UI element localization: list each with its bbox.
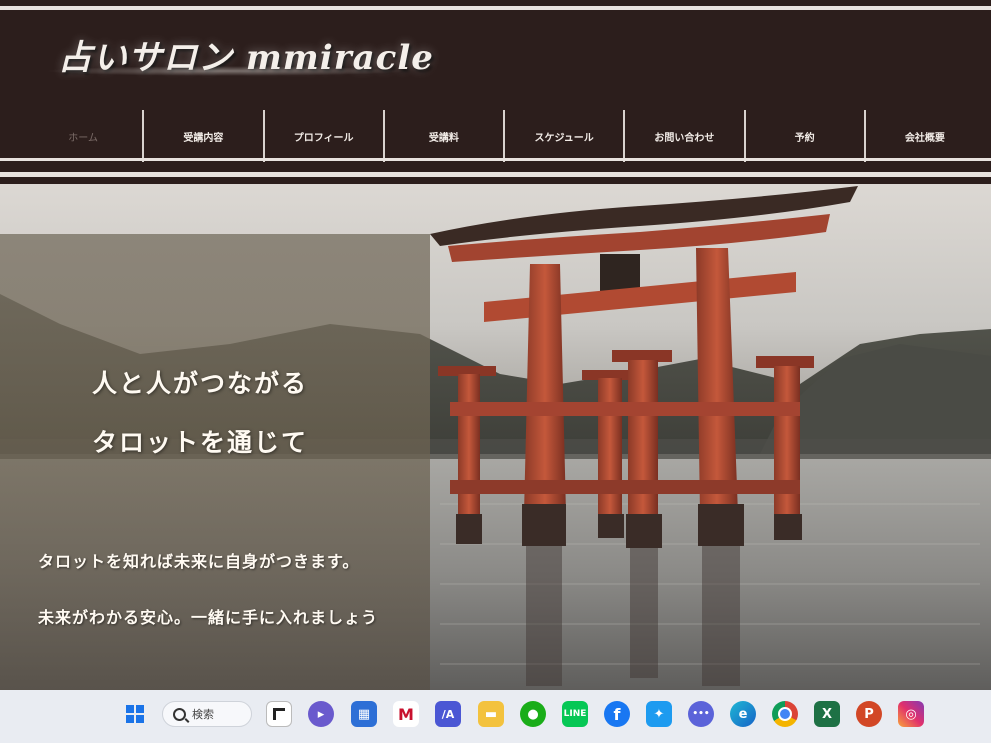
chat-icon[interactable]: ▸ xyxy=(308,701,334,727)
app-icon[interactable]: /A xyxy=(435,701,461,727)
task-view-icon[interactable] xyxy=(266,701,292,727)
nav-item-company[interactable]: 会社概要 xyxy=(863,110,984,162)
nav-item-home[interactable]: ホーム xyxy=(24,110,142,162)
file-explorer-icon[interactable]: ▬ xyxy=(478,701,504,727)
header-bottom-rule xyxy=(0,158,991,161)
taskbar-search-label: 検索 xyxy=(192,708,214,721)
excel-icon[interactable]: X xyxy=(814,701,840,727)
hero-subline-1: タロットを知れば未来に自身がつきます。 xyxy=(38,552,360,571)
nav-item-profile[interactable]: プロフィール xyxy=(262,110,383,162)
nav-item-course[interactable]: 受講内容 xyxy=(142,110,262,162)
hero-subline-2: 未来がわかる安心。一緒に手に入れましょう xyxy=(38,608,379,627)
site-header: 占いサロン mmiracle ホーム 受講内容 プロフィール 受講料 スケジュー… xyxy=(0,0,991,190)
twitter-icon[interactable]: ✦ xyxy=(646,701,672,727)
dots-app-icon[interactable]: ••• xyxy=(688,701,714,727)
nav-item-schedule[interactable]: スケジュール xyxy=(503,110,623,162)
edge-icon[interactable]: e xyxy=(730,701,756,727)
nav-item-fee[interactable]: 受講料 xyxy=(382,110,503,162)
hero-headline-2: タロットを通じて xyxy=(92,428,309,457)
facebook-icon[interactable]: f xyxy=(604,701,630,727)
mcafee-icon[interactable]: M xyxy=(393,701,419,727)
taskbar-search-input[interactable]: 検索 xyxy=(162,701,252,727)
windows-taskbar: 検索 ▸ ▦ M /A ▬ ● LINE f ✦ ••• e X P ◎ xyxy=(0,690,991,743)
powerpoint-icon[interactable]: P xyxy=(856,701,882,727)
windows-start-icon[interactable] xyxy=(122,701,148,727)
nav-item-contact[interactable]: お問い合わせ xyxy=(623,110,743,162)
logo-underline-glow xyxy=(44,66,409,76)
nav-item-reservation[interactable]: 予約 xyxy=(743,110,864,162)
chrome-icon[interactable] xyxy=(772,701,798,727)
instagram-icon[interactable]: ◎ xyxy=(898,701,924,727)
hero-headline-1: 人と人がつながる xyxy=(92,369,309,398)
search-icon xyxy=(173,707,186,721)
main-nav: ホーム 受講内容 プロフィール 受講料 スケジュール お問い合わせ 予約 会社概… xyxy=(24,110,984,162)
line-icon[interactable]: LINE xyxy=(562,701,588,727)
store-icon[interactable]: ▦ xyxy=(351,701,377,727)
wechat-icon[interactable]: ● xyxy=(520,701,546,727)
header-bottom-rule-2 xyxy=(0,172,991,177)
header-top-rule xyxy=(0,6,991,10)
